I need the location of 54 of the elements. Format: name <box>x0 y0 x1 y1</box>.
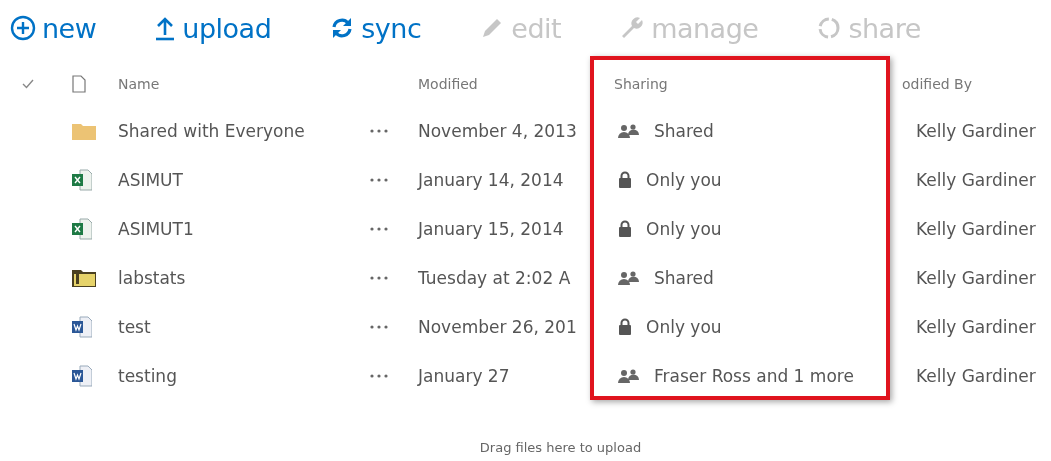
more-options-icon[interactable] <box>370 324 388 329</box>
modified-by: Kelly Gardiner <box>915 365 1037 386</box>
column-header[interactable]: Sharing <box>590 76 890 92</box>
modified-date: January 27 <box>418 365 511 386</box>
sharing-status: Shared <box>654 267 714 288</box>
more-options-icon[interactable] <box>370 226 388 231</box>
spreadsheet-file-icon <box>72 217 92 240</box>
toolbar-button[interactable]: upload <box>154 12 272 44</box>
modified-date: Tuesday at 2:02 A <box>418 267 572 288</box>
modified-by: Kelly Gardiner <box>915 120 1037 141</box>
modified-by: Kelly Gardiner <box>915 316 1037 337</box>
column-header[interactable]: odified By <box>890 76 1051 92</box>
modified-date: January 15, 2014 <box>418 218 565 239</box>
modified-date: January 14, 2014 <box>418 169 565 190</box>
document-file-icon <box>72 315 92 338</box>
column-header[interactable]: Name <box>118 76 368 92</box>
column-header[interactable]: Modified <box>418 76 590 92</box>
more-options-icon[interactable] <box>370 373 388 378</box>
file-name-link[interactable]: test <box>118 316 368 337</box>
more-options-icon[interactable] <box>370 128 388 133</box>
folder-icon <box>72 121 96 140</box>
sharing-status: Only you <box>646 316 722 337</box>
toolbar-button[interactable]: new <box>10 12 97 44</box>
modified-by: Kelly Gardiner <box>915 218 1037 239</box>
sharing-status: Only you <box>646 218 722 239</box>
modified-by: Kelly Gardiner <box>915 169 1037 190</box>
file-name-link[interactable]: ASIMUT1 <box>118 218 368 239</box>
people-icon <box>618 122 640 139</box>
people-icon <box>618 367 640 384</box>
folder-icon <box>72 268 96 287</box>
lock-icon <box>618 171 632 188</box>
file-name-link[interactable]: ASIMUT <box>118 169 368 190</box>
file-name-link[interactable]: testing <box>118 365 368 386</box>
add-icon <box>10 15 36 41</box>
document-icon <box>72 75 86 93</box>
sharing-status: Only you <box>646 169 722 190</box>
lock-icon <box>618 318 632 335</box>
modified-by: Kelly Gardiner <box>915 267 1037 288</box>
modified-date: November 26, 201 <box>418 316 578 337</box>
people-icon <box>618 269 640 286</box>
sharing-status: Shared <box>654 120 714 141</box>
spreadsheet-file-icon <box>72 168 92 191</box>
more-options-icon[interactable] <box>370 275 388 280</box>
upload-icon <box>154 15 177 41</box>
sharing-status: Fraser Ross and 1 more <box>654 365 854 386</box>
toolbar-button[interactable]: sync <box>329 12 422 44</box>
lock-icon <box>618 220 632 237</box>
drop-hint: Drag files here to upload <box>479 440 642 455</box>
modified-date: November 4, 2013 <box>418 120 578 141</box>
document-file-icon <box>72 364 92 387</box>
checkmark-icon[interactable] <box>22 79 34 89</box>
more-options-icon[interactable] <box>370 177 388 182</box>
file-name-link[interactable]: Shared with Everyone <box>118 120 368 141</box>
file-name-link[interactable]: labstats <box>118 267 368 288</box>
